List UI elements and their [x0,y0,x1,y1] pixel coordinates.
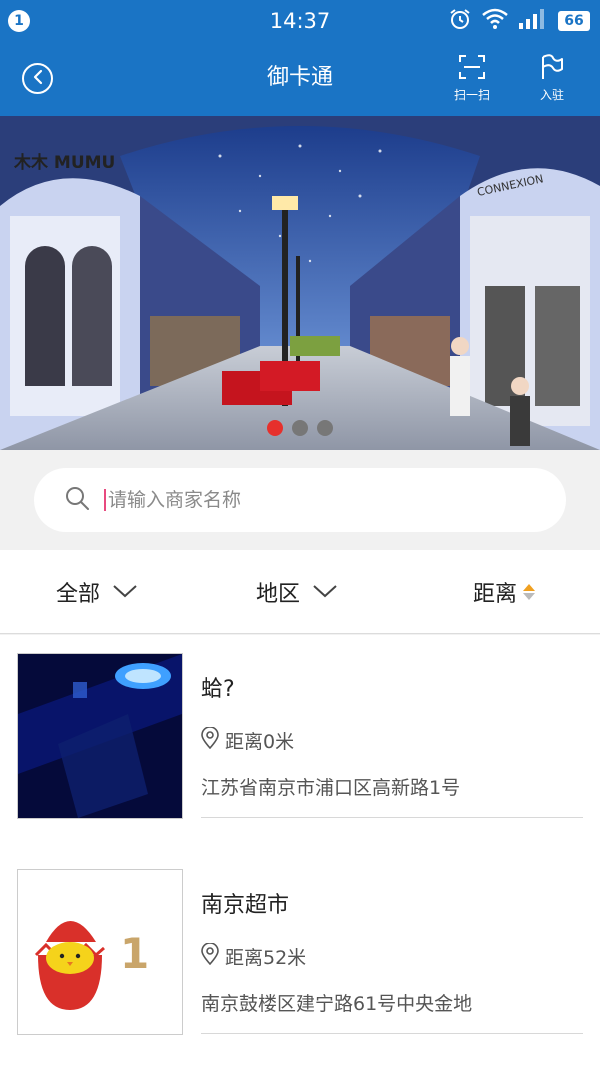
signal-icon [518,8,548,34]
filter-distance-label: 距离 [473,582,518,607]
filter-area[interactable]: 地区 [256,550,338,634]
merchant-info: 南京超市 距离52米 南京鼓楼区建宁路61号中央金地 [201,867,583,1034]
page-title: 御卡通 [266,65,333,90]
filter-bar: 全部 地区 距离 [0,550,600,634]
battery-icon: 66 [558,11,590,31]
carousel-dot-3[interactable] [317,420,333,436]
carousel-dot-1[interactable] [267,420,283,436]
location-pin-icon [201,942,225,970]
title-bar: 御卡通 扫一扫 入驻 [0,42,600,116]
filter-all[interactable]: 全部 [56,550,138,634]
merchant-address: 江苏省南京市浦口区高新路1号 [201,777,461,799]
merchant-thumbnail [17,653,183,819]
enter-label: 入驻 [539,88,564,102]
merchant-thumbnail: 1 [17,869,183,1035]
merchant-name: 蛤? [201,677,235,702]
merchant-distance-text: 距离52米 [225,947,307,969]
carousel-dot-2[interactable] [292,420,308,436]
merchant-list: 蛤? 距离0米 江苏省南京市浦口区高新路1号 1 南京超市 距离52米 南京鼓楼… [0,635,600,1067]
scan-button[interactable]: 扫一扫 [442,54,502,103]
search-input[interactable] [104,489,524,511]
enter-button[interactable]: 入驻 [522,54,582,103]
wifi-icon [482,8,508,34]
sort-icon [523,584,536,600]
scan-icon [458,55,486,84]
status-icons: 66 [448,7,590,35]
chevron-down-icon [112,580,138,605]
filter-area-label: 地区 [256,582,301,607]
merchant-distance: 距离52米 [201,942,307,970]
alarm-icon [448,7,472,35]
svg-text:木木 MUMU: 木木 MUMU [13,152,115,173]
thumbnail-number: 1 [120,929,149,978]
search-section [0,450,600,550]
filter-distance[interactable]: 距离 [473,550,536,634]
merchant-info: 蛤? 距离0米 江苏省南京市浦口区高新路1号 [201,651,583,818]
location-pin-icon [201,726,225,754]
list-item[interactable]: 蛤? 距离0米 江苏省南京市浦口区高新路1号 [0,651,600,851]
list-item[interactable]: 1 南京超市 距离52米 南京鼓楼区建宁路61号中央金地 [0,867,600,1067]
search-icon [64,485,90,515]
banner-image: 木木 MUMU CONNEXION [0,116,600,450]
status-bar: 1 14:37 66 [0,0,600,42]
banner-carousel[interactable]: 木木 MUMU CONNEXION [0,116,600,450]
flag-icon [539,54,565,84]
search-box[interactable] [34,468,566,532]
merchant-address: 南京鼓楼区建宁路61号中央金地 [201,993,473,1015]
chevron-left-icon [31,69,45,89]
merchant-distance: 距离0米 [201,726,295,754]
merchant-distance-text: 距离0米 [225,731,295,753]
chevron-down-icon [312,580,338,605]
filter-all-label: 全部 [56,582,101,607]
carousel-indicator [0,420,600,436]
back-button[interactable] [22,63,53,94]
merchant-name: 南京超市 [201,893,290,918]
scan-label: 扫一扫 [453,88,490,102]
